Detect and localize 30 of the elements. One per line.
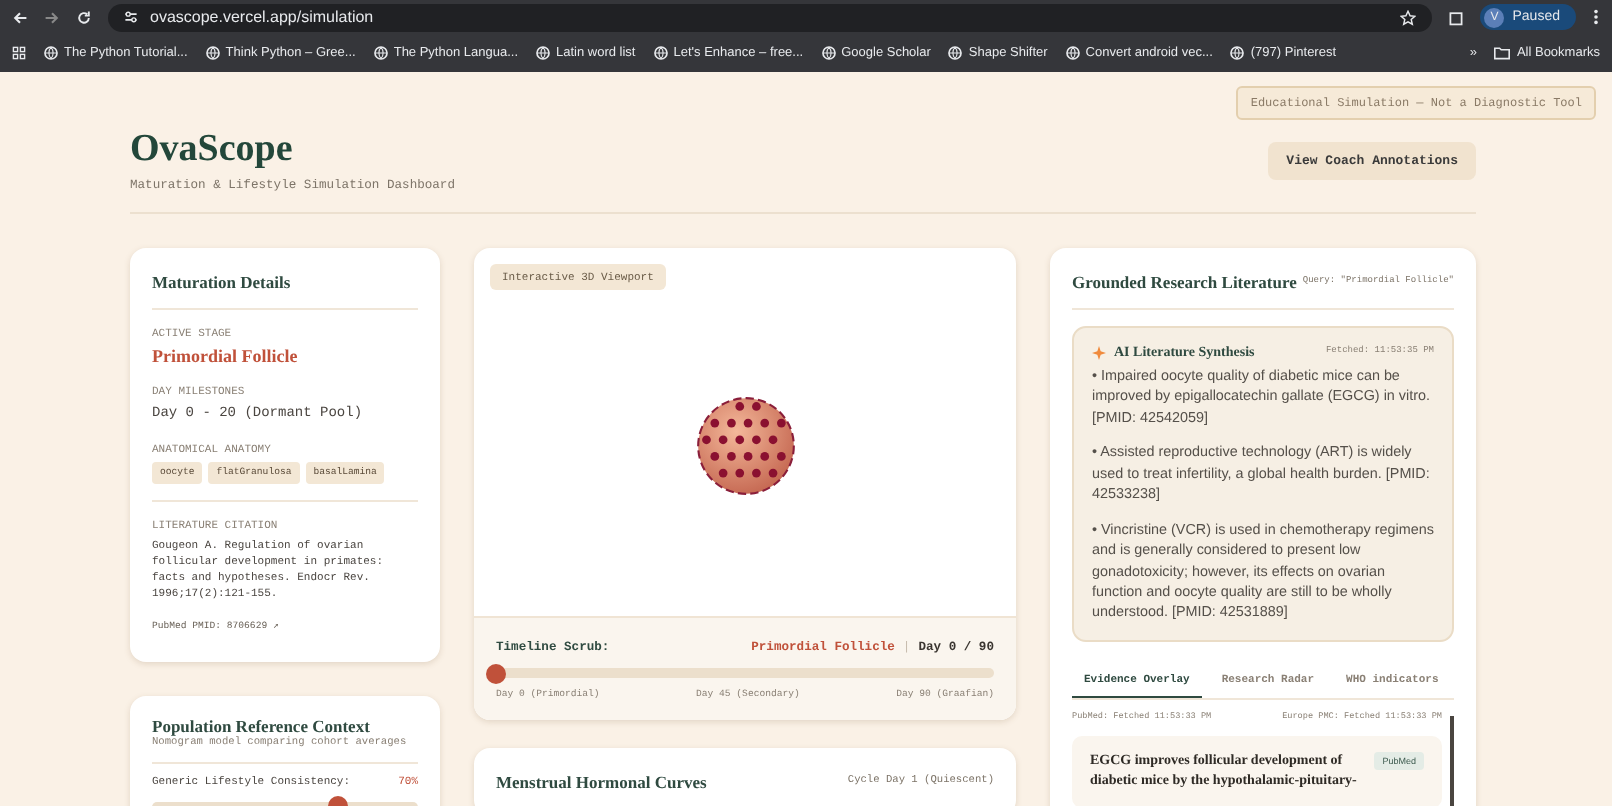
sparkle-icon [1092, 345, 1106, 359]
globe-icon [205, 46, 220, 60]
globe-icon [1065, 46, 1080, 60]
folder-icon [1494, 46, 1511, 60]
card-title: Grounded Research Literature [1072, 272, 1297, 292]
globe-icon [821, 46, 836, 60]
apps-grid-icon[interactable] [12, 46, 26, 60]
menu-icon[interactable] [1592, 8, 1600, 26]
follicle-sphere-drawing[interactable] [693, 393, 797, 497]
globe-icon [536, 46, 550, 60]
app-title: OvaScope [130, 128, 295, 172]
globe-icon [44, 46, 58, 60]
extensions-icon[interactable] [1448, 9, 1465, 25]
globe-icon [1230, 46, 1245, 60]
active-stage: Primordial Follicle [152, 346, 300, 366]
card-title: Population Reference Context [152, 716, 372, 737]
card-title: Maturation Details [152, 272, 293, 292]
globe-icon [653, 46, 668, 60]
card-title: Menstrual Hormonal Curves [496, 772, 707, 793]
star-icon[interactable] [1400, 9, 1417, 25]
globe-icon [373, 46, 388, 60]
back-arrow-icon[interactable] [12, 9, 28, 25]
slider-thumb[interactable] [486, 663, 506, 684]
reload-icon[interactable] [76, 9, 92, 25]
site-settings-icon[interactable] [124, 10, 138, 24]
scrollbar[interactable] [1450, 715, 1454, 806]
url-text: ovascope.vercel.app/simulation [150, 8, 374, 26]
globe-icon [948, 46, 963, 60]
forward-arrow-icon[interactable] [44, 9, 60, 25]
address-bar[interactable]: ovascope.vercel.app/simulation [108, 3, 1433, 31]
